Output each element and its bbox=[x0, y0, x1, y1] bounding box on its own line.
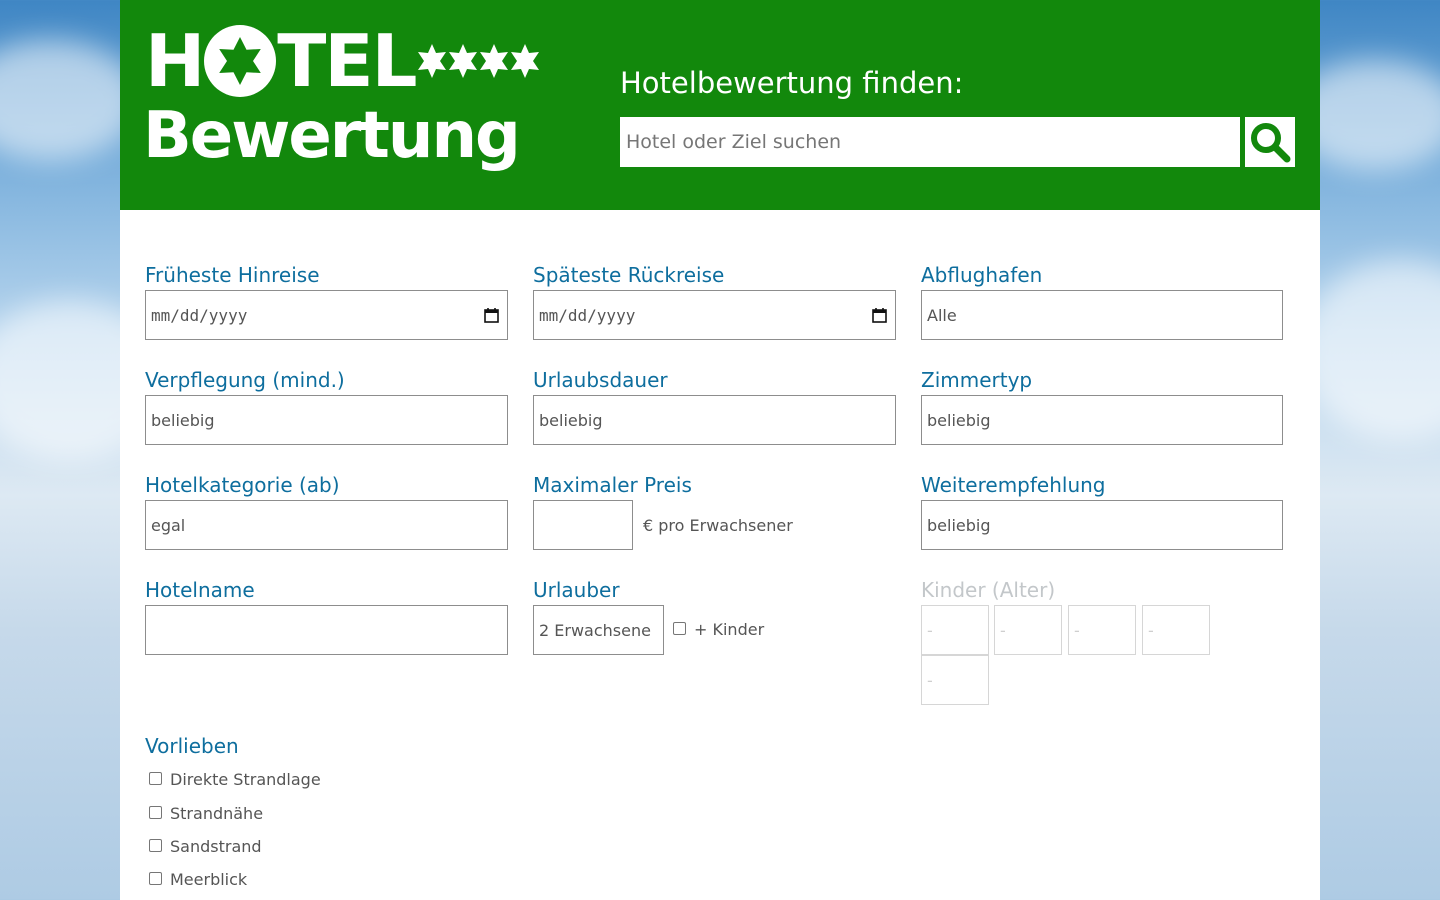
board-select[interactable]: beliebig bbox=[145, 395, 508, 445]
category-select[interactable]: egal bbox=[145, 500, 508, 550]
earliest-departure-date-input[interactable]: mm/dd/yyyy bbox=[145, 290, 508, 340]
page-container: H TEL Bewertung Hotelbewertung finden: H… bbox=[120, 0, 1320, 900]
room-type-select[interactable]: beliebig bbox=[921, 395, 1283, 445]
search-icon bbox=[1251, 123, 1291, 163]
calendar-icon bbox=[872, 308, 887, 323]
search-input[interactable] bbox=[620, 117, 1240, 167]
max-price-label: Maximaler Preis bbox=[533, 473, 692, 497]
child-age-select[interactable]: - bbox=[994, 605, 1062, 655]
kids-checkbox-label: + Kinder bbox=[694, 620, 765, 639]
preference-label: Direkte Strandlage bbox=[170, 770, 321, 789]
airport-select[interactable]: Alle bbox=[921, 290, 1283, 340]
kids-checkbox[interactable] bbox=[673, 622, 686, 635]
max-price-input[interactable] bbox=[533, 500, 633, 550]
logo-star-circle-icon bbox=[204, 25, 277, 97]
child-age-select[interactable]: - bbox=[1142, 605, 1210, 655]
header: H TEL Bewertung Hotelbewertung finden: bbox=[120, 0, 1320, 210]
duration-label: Urlaubsdauer bbox=[533, 368, 668, 392]
duration-select[interactable]: beliebig bbox=[533, 395, 896, 445]
background-cloud bbox=[1300, 260, 1440, 440]
travelers-label: Urlauber bbox=[533, 578, 620, 602]
recommendation-select[interactable]: beliebig bbox=[921, 500, 1283, 550]
hotel-name-input[interactable] bbox=[145, 605, 508, 655]
preference-label: Strandnähe bbox=[170, 804, 264, 823]
latest-return-date-input[interactable]: mm/dd/yyyy bbox=[533, 290, 896, 340]
search-title: Hotelbewertung finden: bbox=[620, 66, 964, 100]
preference-checkbox[interactable] bbox=[149, 806, 162, 819]
search-button[interactable] bbox=[1245, 117, 1295, 167]
preference-label: Meerblick bbox=[170, 870, 248, 889]
earliest-departure-label: Früheste Hinreise bbox=[145, 263, 320, 287]
preference-checkbox[interactable] bbox=[149, 772, 162, 785]
child-age-select[interactable]: - bbox=[1068, 605, 1136, 655]
hotel-name-label: Hotelname bbox=[145, 578, 255, 602]
latest-return-label: Späteste Rückreise bbox=[533, 263, 725, 287]
preferences-title: Vorlieben bbox=[145, 734, 239, 758]
preference-checkbox[interactable] bbox=[149, 839, 162, 852]
calendar-icon bbox=[484, 308, 499, 323]
date-placeholder: mm/dd/yyyy bbox=[539, 305, 636, 325]
date-placeholder: mm/dd/yyyy bbox=[151, 305, 248, 325]
children-ages-label: Kinder (Alter) bbox=[921, 578, 1056, 602]
recommendation-label: Weiterempfehlung bbox=[921, 473, 1106, 497]
background-cloud bbox=[0, 40, 140, 160]
airport-label: Abflughafen bbox=[921, 263, 1043, 287]
preference-checkbox[interactable] bbox=[149, 872, 162, 885]
category-label: Hotelkategorie (ab) bbox=[145, 473, 340, 497]
preference-label: Sandstrand bbox=[170, 837, 262, 856]
room-type-label: Zimmertyp bbox=[921, 368, 1033, 392]
logo-subtitle: Bewertung bbox=[143, 99, 521, 173]
travelers-select[interactable]: 2 Erwachsene bbox=[533, 605, 664, 655]
logo-wordmark: H TEL bbox=[145, 22, 541, 100]
child-age-select[interactable]: - bbox=[921, 605, 989, 655]
child-age-select[interactable]: - bbox=[921, 655, 989, 705]
logo-stars bbox=[417, 44, 541, 78]
board-label: Verpflegung (mind.) bbox=[145, 368, 345, 392]
hotelbewertung-logo[interactable]: H TEL Bewertung bbox=[143, 22, 540, 190]
max-price-suffix: € pro Erwachsener bbox=[643, 516, 793, 535]
